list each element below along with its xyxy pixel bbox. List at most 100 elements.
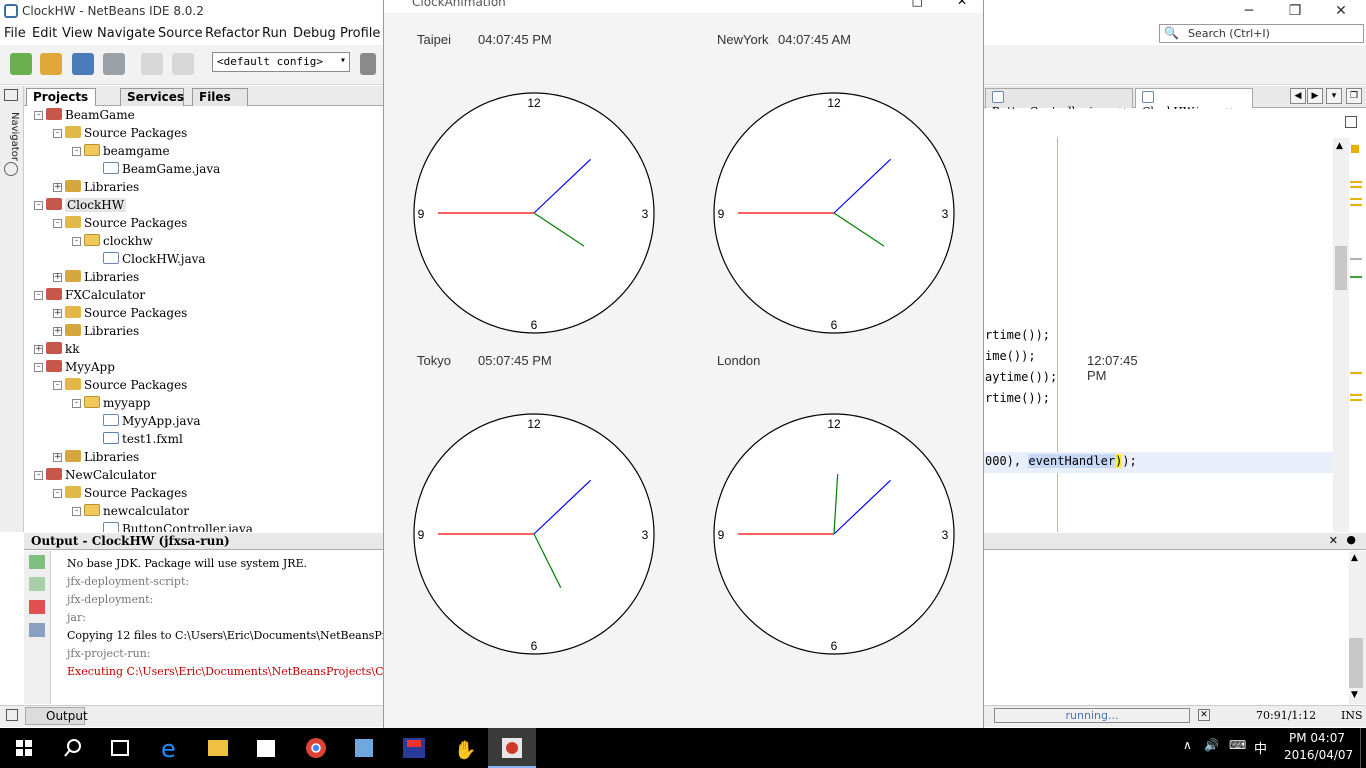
editor-scrollbar[interactable] [1333,138,1349,532]
tab-files[interactable]: Files [192,88,248,106]
tree-node[interactable]: ButtonController.java [103,520,253,532]
output-scroll-thumb[interactable] [1349,638,1363,688]
warning-marker[interactable] [1350,204,1362,206]
menu-refactor[interactable]: Refactor [205,26,260,41]
maximize-icon[interactable]: □ [912,0,923,8]
tree-node[interactable]: NewCalculator [46,466,156,484]
ime-mode-icon[interactable]: ⌨ [1229,738,1246,752]
warning-marker[interactable] [1350,186,1362,188]
tree-node[interactable]: newcalculator [84,502,189,520]
tree-node[interactable]: Source Packages [65,376,187,394]
output-settings-icon[interactable] [29,623,45,637]
collapse-toggle-icon[interactable]: - [53,489,62,498]
collapse-toggle-icon[interactable]: - [72,237,81,246]
scroll-tabs-right-icon[interactable]: ▶ [1307,88,1323,104]
navigator-compass-icon[interactable] [4,162,18,176]
tree-node[interactable]: test1.fxml [103,430,183,448]
tree-node[interactable]: Libraries [65,268,139,286]
progress-bar[interactable]: running... [994,708,1190,723]
expand-toggle-icon[interactable]: + [53,327,62,336]
warning-marker[interactable] [1350,394,1362,396]
editor-scroll-thumb[interactable] [1335,246,1347,290]
warning-marker[interactable] [1350,372,1362,374]
output-minimized-tab[interactable]: Output [25,707,88,725]
hand-tool-icon[interactable]: ✋ [440,728,488,768]
menu-debug[interactable]: Debug [293,26,336,41]
start-icon[interactable] [0,728,48,768]
close-output-icon[interactable]: ✕ [1329,534,1338,547]
tree-node[interactable]: Libraries [65,178,139,196]
collapse-toggle-icon[interactable]: - [72,147,81,156]
scroll-up-icon[interactable]: ▲ [1336,141,1343,151]
virtualbox-icon[interactable] [340,728,388,768]
tree-node[interactable]: Source Packages [65,214,187,232]
cancel-progress-icon[interactable]: ✕ [1198,709,1210,721]
close-icon[interactable]: ✕ [1318,0,1364,23]
menu-run[interactable]: Run [262,26,287,41]
collapse-toggle-icon[interactable]: - [34,201,43,210]
tree-node[interactable]: BeamGame.java [103,160,220,178]
collapse-toggle-icon[interactable]: - [72,399,81,408]
warning-marker[interactable] [1350,198,1362,200]
volume-icon[interactable]: 🔊 [1204,738,1219,752]
collapse-toggle-icon[interactable]: - [53,129,62,138]
rerun-with-params-icon[interactable] [29,577,45,591]
tab-projects[interactable]: Projects ✕ [26,88,96,118]
tab-buttoncontroller-java[interactable]: ButtonController.java✕ [985,88,1133,118]
store-icon[interactable] [242,728,290,768]
menu-file[interactable]: File [4,26,26,41]
split-editor-icon[interactable] [1345,116,1357,128]
scroll-tabs-left-icon[interactable]: ◀ [1290,88,1306,104]
config-select[interactable]: <default config> ▾ [212,52,350,72]
tab-services[interactable]: Services [120,88,184,106]
tree-node[interactable]: Libraries [65,448,139,466]
collapse-toggle-icon[interactable]: - [53,381,62,390]
edge-icon[interactable]: e [146,728,194,768]
tree-node[interactable]: clockhw [84,232,153,250]
scroll-up-icon[interactable]: ▲ [1351,553,1358,563]
warning-marker[interactable] [1350,181,1362,183]
maximize-editor-icon[interactable]: ❐ [1346,88,1362,104]
java-icon[interactable] [488,728,536,768]
tree-node[interactable]: Source Packages [65,304,187,322]
save-all-icon[interactable] [103,53,125,75]
expand-toggle-icon[interactable]: + [34,345,43,354]
collapse-toggle-icon[interactable]: - [34,291,43,300]
tree-node[interactable]: Source Packages [65,484,187,502]
build-icon[interactable] [360,53,376,75]
annotation-marker[interactable] [1350,276,1362,278]
tree-node[interactable]: FXCalculator [46,286,145,304]
collapse-toggle-icon[interactable]: - [34,363,43,372]
show-hidden-icons[interactable]: ∧ [1183,738,1192,752]
tree-node[interactable]: beamgame [84,142,170,160]
tree-node[interactable]: BeamGame [46,106,135,124]
tree-node[interactable]: MyyApp.java [103,412,201,430]
undo-icon[interactable] [141,53,163,75]
minimize-icon[interactable]: ─ [1226,0,1272,23]
maximize-panel-icon[interactable] [4,89,18,101]
tree-node[interactable]: Source Packages [65,124,187,142]
tab-clockhw-java[interactable]: ClockHW.java✕ [1135,88,1253,118]
stop-icon[interactable] [29,600,45,614]
rerun-icon[interactable] [29,555,45,569]
tree-node[interactable]: myyapp [84,394,150,412]
expand-toggle-icon[interactable]: + [53,453,62,462]
new-project-icon[interactable] [40,53,62,75]
show-desktop-button[interactable] [1360,728,1366,768]
menu-source[interactable]: Source [158,26,203,41]
collapse-toggle-icon[interactable]: - [34,111,43,120]
search-input[interactable]: 🔍 Search (Ctrl+I) [1159,24,1364,43]
task-view-icon[interactable] [96,728,144,768]
menu-navigate[interactable]: Navigate [97,26,155,41]
menu-view[interactable]: View [62,26,93,41]
redo-icon[interactable] [172,53,194,75]
taskbar-clock-date[interactable]: 2016/04/07 [1284,748,1353,762]
chrome-icon[interactable] [292,728,340,768]
collapse-toggle-icon[interactable]: - [34,471,43,480]
tree-node[interactable]: MyyApp [46,358,115,376]
collapse-toggle-icon[interactable]: - [72,507,81,516]
close-icon[interactable]: ✕ [957,0,967,8]
menu-edit[interactable]: Edit [32,26,57,41]
menu-profile[interactable]: Profile [340,26,380,41]
ime-language[interactable]: 中 [1254,738,1267,757]
